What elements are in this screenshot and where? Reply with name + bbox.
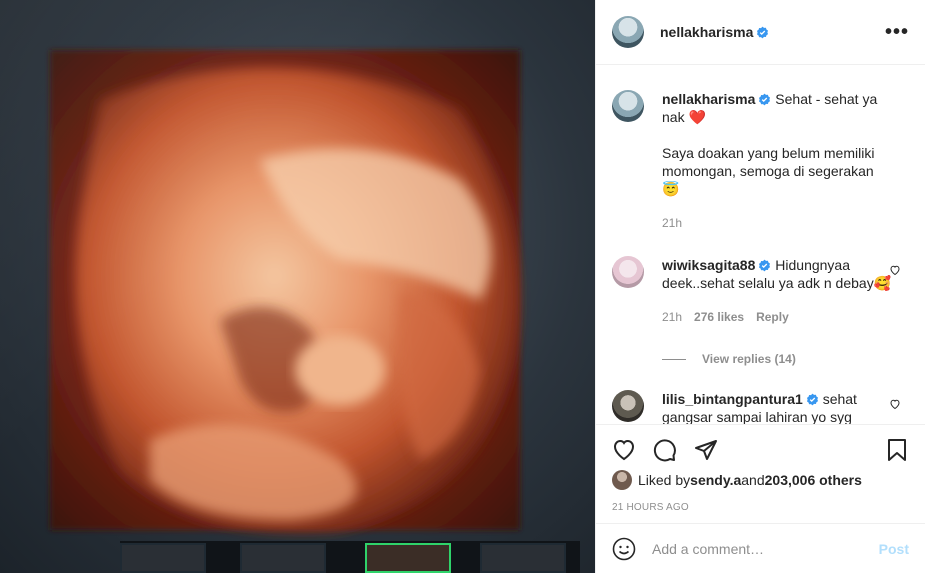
action-icon-row [612,425,909,475]
view-replies-button[interactable]: View replies (14) [662,352,909,366]
likes-prefix: Liked by [638,472,691,488]
post-sidebar: nellakharisma ••• nellakharisma Sehat - … [595,0,925,573]
comment-like-heart-icon[interactable] [889,398,901,410]
likes-middle: and [741,472,765,488]
reply-button[interactable]: Reply [756,308,789,326]
post-timestamp[interactable]: 21 HOURS AGO [612,502,909,513]
post-container: nellakharisma ••• nellakharisma Sehat - … [0,0,925,573]
commenter-avatar[interactable] [612,256,644,288]
monitor-thumbnail-strip [120,541,580,573]
comment-time[interactable]: 21h [662,308,682,326]
comment-like-heart-icon[interactable] [889,264,901,276]
comment-input[interactable] [652,540,879,557]
post-image[interactable] [0,0,595,573]
likes-count[interactable]: 203,006 others [765,472,862,488]
liker-username[interactable]: sendy.a [690,472,741,488]
more-options-icon[interactable]: ••• [885,21,909,44]
commenter-username[interactable]: wiwiksagita88 [662,257,755,273]
monitor-thumbnail-active [365,543,451,573]
comment-likes[interactable]: 276 likes [694,308,744,326]
caption-username[interactable]: nellakharisma [662,91,755,107]
monitor-thumbnail [480,543,566,573]
monitor-thumbnail [120,543,206,573]
monitor-glare [0,0,595,573]
post-actions: Liked by sendy.a and 203,006 others 21 H… [596,424,925,513]
caption-time[interactable]: 21h [662,214,682,232]
commenter-avatar[interactable] [612,390,644,422]
share-icon[interactable] [694,438,718,462]
post-header: nellakharisma ••• [596,0,925,65]
verified-badge-icon [757,26,769,39]
comment-item: lilis_bintangpantura1 sehat gangsar samp… [612,390,909,424]
heart-icon[interactable] [612,438,636,462]
liker-avatar[interactable] [612,470,632,490]
commenter-username[interactable]: lilis_bintangpantura1 [662,391,803,407]
view-replies-label: View replies (14) [702,352,796,366]
caption-text-line2: Saya doakan yang belum memiliki momongan… [662,145,875,197]
comment-item: wiwiksagita88 Hidungnyaa deek..sehat sel… [612,256,909,326]
post-comment-button[interactable]: Post [879,541,909,557]
bookmark-icon[interactable] [885,438,909,462]
verified-badge-icon [759,93,771,106]
monitor-thumbnail [240,543,326,573]
likes-summary[interactable]: Liked by sendy.a and 203,006 others [612,470,909,490]
caption: nellakharisma Sehat - sehat ya nak ❤️ Sa… [612,90,909,232]
verified-badge-icon [806,393,818,406]
author-username[interactable]: nellakharisma [660,24,769,40]
author-avatar[interactable] [612,90,644,122]
emoji-icon[interactable] [612,537,636,561]
comments-list[interactable]: nellakharisma Sehat - sehat ya nak ❤️ Sa… [596,66,925,424]
replies-divider [662,358,686,360]
add-comment-bar: Post [596,523,925,573]
comment-icon[interactable] [653,438,677,462]
verified-badge-icon [759,259,771,272]
author-avatar[interactable] [612,16,644,48]
